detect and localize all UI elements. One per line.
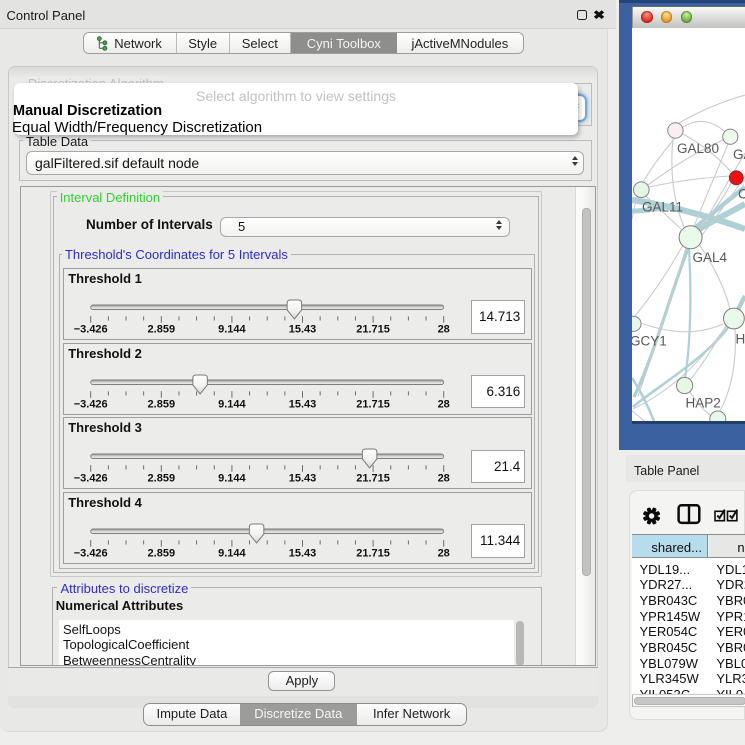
svg-text:GA: GA: [733, 147, 745, 162]
svg-text:CR: CR: [738, 186, 745, 201]
svg-text:GCY1: GCY1: [632, 333, 667, 348]
svg-text:HAP2: HAP2: [686, 395, 721, 410]
svg-text:H: H: [736, 331, 745, 346]
svg-text:GAL11: GAL11: [642, 199, 683, 214]
svg-text:GAL4: GAL4: [693, 250, 728, 265]
svg-text:GAL80: GAL80: [677, 141, 719, 156]
